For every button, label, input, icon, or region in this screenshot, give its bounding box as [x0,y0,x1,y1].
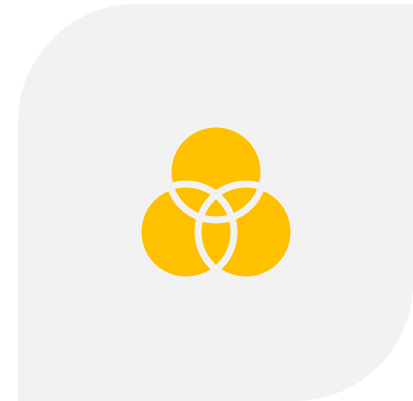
venn-three-circles-icon [0,0,413,401]
